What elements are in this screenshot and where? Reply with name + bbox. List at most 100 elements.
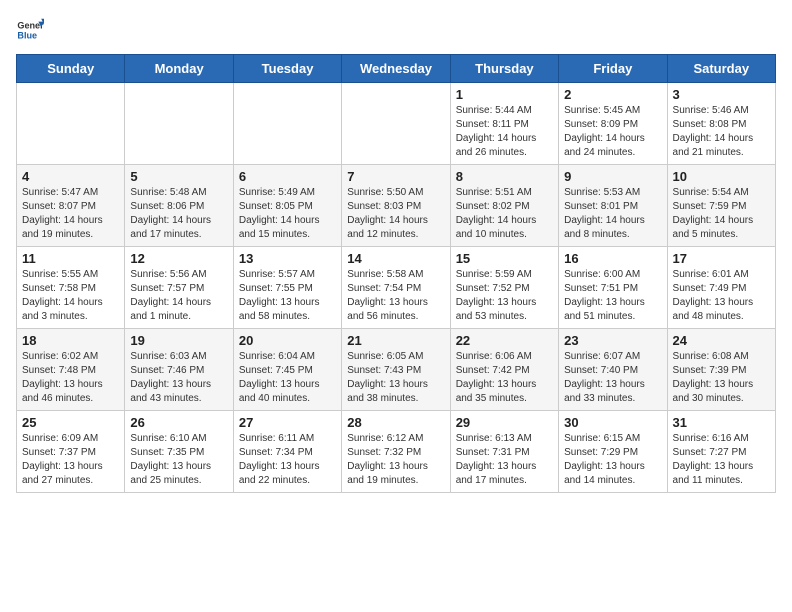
day-info: Sunrise: 5:58 AM Sunset: 7:54 PM Dayligh… — [347, 268, 444, 324]
calendar-cell: 9Sunrise: 5:53 AM Sunset: 8:01 PM Daylig… — [559, 165, 667, 247]
calendar-cell: 25Sunrise: 6:09 AM Sunset: 7:37 PM Dayli… — [17, 411, 125, 493]
day-info: Sunrise: 5:48 AM Sunset: 8:06 PM Dayligh… — [130, 186, 227, 242]
day-info: Sunrise: 6:10 AM Sunset: 7:35 PM Dayligh… — [130, 432, 227, 488]
day-info: Sunrise: 6:01 AM Sunset: 7:49 PM Dayligh… — [673, 268, 770, 324]
day-number: 1 — [456, 87, 553, 102]
day-info: Sunrise: 6:08 AM Sunset: 7:39 PM Dayligh… — [673, 350, 770, 406]
calendar-cell: 24 Sunrise: 6:08 AM Sunset: 7:39 PM Dayli… — [667, 329, 775, 411]
day-number: 11 — [22, 251, 119, 266]
day-info: Sunrise: 5:51 AM Sunset: 8:02 PM Dayligh… — [456, 186, 553, 242]
day-number: 9 — [564, 169, 661, 184]
day-number: 10 — [673, 169, 770, 184]
calendar-cell: 17 Sunrise: 6:01 AM Sunset: 7:49 PM Dayli… — [667, 247, 775, 329]
day-info: Sunrise: 6:03 AM Sunset: 7:46 PM Dayligh… — [130, 350, 227, 406]
day-number: 23 — [564, 333, 661, 348]
day-info: Sunrise: 6:13 AM Sunset: 7:31 PM Dayligh… — [456, 432, 553, 488]
day-info: Sunrise: 6:12 AM Sunset: 7:32 PM Dayligh… — [347, 432, 444, 488]
calendar-cell: 10 Sunrise: 5:54 AM Sunset: 7:59 PM Dayli… — [667, 165, 775, 247]
calendar-cell: 20 Sunrise: 6:04 AM Sunset: 7:45 PM Dayli… — [233, 329, 341, 411]
day-info: Sunrise: 6:11 AM Sunset: 7:34 PM Dayligh… — [239, 432, 336, 488]
calendar-week-row: 11 Sunrise: 5:55 AM Sunset: 7:58 PM Dayli… — [17, 247, 776, 329]
calendar-cell: 4 Sunrise: 5:47 AM Sunset: 8:07 PM Daylig… — [17, 165, 125, 247]
day-number: 3 — [673, 87, 770, 102]
day-info: Sunrise: 5:46 AM Sunset: 8:08 PM Dayligh… — [673, 104, 770, 160]
calendar-week-row: 18 Sunrise: 6:02 AM Sunset: 7:48 PM Dayli… — [17, 329, 776, 411]
day-number: 21 — [347, 333, 444, 348]
day-number: 17 — [673, 251, 770, 266]
calendar-cell: 1 Sunrise: 5:44 AM Sunset: 8:11 PM Daylig… — [450, 83, 558, 165]
svg-text:Blue: Blue — [17, 30, 37, 40]
day-number: 7 — [347, 169, 444, 184]
day-info: Sunrise: 6:15 AM Sunset: 7:29 PM Dayligh… — [564, 432, 661, 488]
day-number: 19 — [130, 333, 227, 348]
day-info: Sunrise: 6:05 AM Sunset: 7:43 PM Dayligh… — [347, 350, 444, 406]
calendar-cell: 26 Sunrise: 6:10 AM Sunset: 7:35 PM Dayli… — [125, 411, 233, 493]
day-number: 30 — [564, 415, 661, 430]
day-info: Sunrise: 5:47 AM Sunset: 8:07 PM Dayligh… — [22, 186, 119, 242]
day-info: Sunrise: 5:59 AM Sunset: 7:52 PM Dayligh… — [456, 268, 553, 324]
logo: General Blue — [16, 16, 48, 44]
calendar-cell: 23 Sunrise: 6:07 AM Sunset: 7:40 PM Dayli… — [559, 329, 667, 411]
calendar-cell: 8 Sunrise: 5:51 AM Sunset: 8:02 PM Daylig… — [450, 165, 558, 247]
day-number: 16 — [564, 251, 661, 266]
calendar-cell: 28 Sunrise: 6:12 AM Sunset: 7:32 PM Dayli… — [342, 411, 450, 493]
day-number: 28 — [347, 415, 444, 430]
day-header-tuesday: Tuesday — [233, 55, 341, 83]
calendar-cell — [125, 83, 233, 165]
calendar-table: SundayMondayTuesdayWednesdayThursdayFrid… — [16, 54, 776, 493]
day-number: 5 — [130, 169, 227, 184]
calendar-cell: 29 Sunrise: 6:13 AM Sunset: 7:31 PM Dayli… — [450, 411, 558, 493]
calendar-cell: 15 Sunrise: 5:59 AM Sunset: 7:52 PM Dayli… — [450, 247, 558, 329]
day-header-saturday: Saturday — [667, 55, 775, 83]
day-info: Sunrise: 5:49 AM Sunset: 8:05 PM Dayligh… — [239, 186, 336, 242]
day-number: 25 — [22, 415, 119, 430]
day-number: 24 — [673, 333, 770, 348]
day-info: Sunrise: 6:06 AM Sunset: 7:42 PM Dayligh… — [456, 350, 553, 406]
day-number: 2 — [564, 87, 661, 102]
calendar-cell: 12Sunrise: 5:56 AM Sunset: 7:57 PM Dayli… — [125, 247, 233, 329]
day-info: Sunrise: 6:04 AM Sunset: 7:45 PM Dayligh… — [239, 350, 336, 406]
calendar-cell: 30 Sunrise: 6:15 AM Sunset: 7:29 PM Dayli… — [559, 411, 667, 493]
day-number: 15 — [456, 251, 553, 266]
calendar-cell — [342, 83, 450, 165]
calendar-cell: 3 Sunrise: 5:46 AM Sunset: 8:08 PM Daylig… — [667, 83, 775, 165]
day-info: Sunrise: 5:50 AM Sunset: 8:03 PM Dayligh… — [347, 186, 444, 242]
calendar-cell: 5 Sunrise: 5:48 AM Sunset: 8:06 PM Daylig… — [125, 165, 233, 247]
day-number: 12 — [130, 251, 227, 266]
day-number: 4 — [22, 169, 119, 184]
calendar-week-row: 1 Sunrise: 5:44 AM Sunset: 8:11 PM Daylig… — [17, 83, 776, 165]
day-number: 13 — [239, 251, 336, 266]
day-number: 27 — [239, 415, 336, 430]
calendar-cell: 16 Sunrise: 6:00 AM Sunset: 7:51 PM Dayli… — [559, 247, 667, 329]
day-header-sunday: Sunday — [17, 55, 125, 83]
day-number: 26 — [130, 415, 227, 430]
calendar-cell — [17, 83, 125, 165]
day-info: Sunrise: 6:00 AM Sunset: 7:51 PM Dayligh… — [564, 268, 661, 324]
calendar-cell: 31Sunrise: 6:16 AM Sunset: 7:27 PM Dayli… — [667, 411, 775, 493]
calendar-cell: 18 Sunrise: 6:02 AM Sunset: 7:48 PM Dayli… — [17, 329, 125, 411]
day-info: Sunrise: 5:55 AM Sunset: 7:58 PM Dayligh… — [22, 268, 119, 324]
calendar-week-row: 25Sunrise: 6:09 AM Sunset: 7:37 PM Dayli… — [17, 411, 776, 493]
calendar-cell: 21 Sunrise: 6:05 AM Sunset: 7:43 PM Dayli… — [342, 329, 450, 411]
day-number: 31 — [673, 415, 770, 430]
calendar-cell: 27 Sunrise: 6:11 AM Sunset: 7:34 PM Dayli… — [233, 411, 341, 493]
day-info: Sunrise: 5:44 AM Sunset: 8:11 PM Dayligh… — [456, 104, 553, 160]
day-number: 29 — [456, 415, 553, 430]
day-number: 6 — [239, 169, 336, 184]
calendar-cell: 2Sunrise: 5:45 AM Sunset: 8:09 PM Daylig… — [559, 83, 667, 165]
calendar-header-row: SundayMondayTuesdayWednesdayThursdayFrid… — [17, 55, 776, 83]
day-number: 8 — [456, 169, 553, 184]
day-number: 18 — [22, 333, 119, 348]
calendar-cell: 11 Sunrise: 5:55 AM Sunset: 7:58 PM Dayli… — [17, 247, 125, 329]
calendar-cell: 6 Sunrise: 5:49 AM Sunset: 8:05 PM Daylig… — [233, 165, 341, 247]
day-header-wednesday: Wednesday — [342, 55, 450, 83]
day-header-monday: Monday — [125, 55, 233, 83]
day-number: 20 — [239, 333, 336, 348]
day-number: 14 — [347, 251, 444, 266]
calendar-cell: 14 Sunrise: 5:58 AM Sunset: 7:54 PM Dayli… — [342, 247, 450, 329]
day-info: Sunrise: 5:54 AM Sunset: 7:59 PM Dayligh… — [673, 186, 770, 242]
day-info: Sunrise: 6:07 AM Sunset: 7:40 PM Dayligh… — [564, 350, 661, 406]
calendar-cell: 13Sunrise: 5:57 AM Sunset: 7:55 PM Dayli… — [233, 247, 341, 329]
day-info: Sunrise: 6:02 AM Sunset: 7:48 PM Dayligh… — [22, 350, 119, 406]
day-header-friday: Friday — [559, 55, 667, 83]
